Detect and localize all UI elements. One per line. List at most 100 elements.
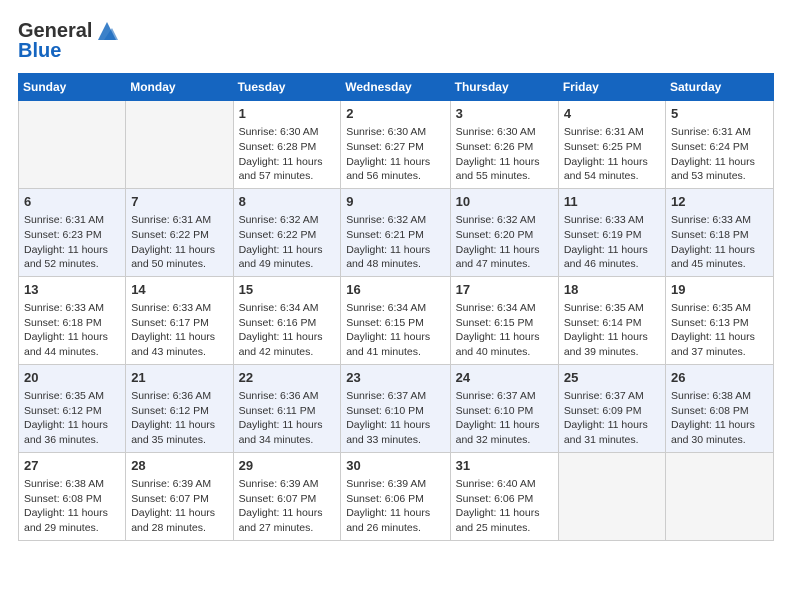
calendar-cell: 31 Sunrise: 6:40 AMSunset: 6:06 PMDayligh…: [450, 452, 558, 540]
day-info: Sunrise: 6:39 AMSunset: 6:07 PMDaylight:…: [239, 477, 336, 536]
calendar-cell: 1 Sunrise: 6:30 AMSunset: 6:28 PMDaylight…: [233, 101, 341, 189]
calendar-cell: 16 Sunrise: 6:34 AMSunset: 6:15 PMDayligh…: [341, 276, 450, 364]
calendar-week-1: 1 Sunrise: 6:30 AMSunset: 6:28 PMDaylight…: [19, 101, 774, 189]
weekday-tuesday: Tuesday: [233, 74, 341, 101]
day-number: 21: [131, 369, 227, 387]
weekday-header-row: SundayMondayTuesdayWednesdayThursdayFrid…: [19, 74, 774, 101]
day-info: Sunrise: 6:40 AMSunset: 6:06 PMDaylight:…: [456, 477, 553, 536]
logo: General Blue: [18, 18, 120, 63]
day-info: Sunrise: 6:31 AMSunset: 6:25 PMDaylight:…: [564, 125, 660, 184]
day-info: Sunrise: 6:35 AMSunset: 6:13 PMDaylight:…: [671, 301, 768, 360]
day-info: Sunrise: 6:30 AMSunset: 6:27 PMDaylight:…: [346, 125, 444, 184]
day-number: 16: [346, 281, 444, 299]
day-info: Sunrise: 6:32 AMSunset: 6:20 PMDaylight:…: [456, 213, 553, 272]
day-number: 11: [564, 193, 660, 211]
weekday-wednesday: Wednesday: [341, 74, 450, 101]
day-info: Sunrise: 6:36 AMSunset: 6:11 PMDaylight:…: [239, 389, 336, 448]
calendar-cell: 3Sunrise: 6:30 AMSunset: 6:26 PMDaylight…: [450, 101, 558, 189]
day-number: 20: [24, 369, 120, 387]
day-info: Sunrise: 6:37 AMSunset: 6:10 PMDaylight:…: [346, 389, 444, 448]
day-number: 7: [131, 193, 227, 211]
calendar-cell: 24 Sunrise: 6:37 AMSunset: 6:10 PMDayligh…: [450, 364, 558, 452]
calendar-cell: 8Sunrise: 6:32 AMSunset: 6:22 PMDaylight…: [233, 188, 341, 276]
calendar-cell: 19 Sunrise: 6:35 AMSunset: 6:13 PMDayligh…: [666, 276, 774, 364]
weekday-friday: Friday: [558, 74, 665, 101]
calendar-cell: 2 Sunrise: 6:30 AMSunset: 6:27 PMDaylight…: [341, 101, 450, 189]
calendar-cell: 10 Sunrise: 6:32 AMSunset: 6:20 PMDayligh…: [450, 188, 558, 276]
day-number: 18: [564, 281, 660, 299]
calendar-cell: 20Sunrise: 6:35 AMSunset: 6:12 PMDayligh…: [19, 364, 126, 452]
day-info: Sunrise: 6:33 AMSunset: 6:18 PMDaylight:…: [671, 213, 768, 272]
day-number: 5: [671, 105, 768, 123]
day-info: Sunrise: 6:39 AMSunset: 6:07 PMDaylight:…: [131, 477, 227, 536]
day-number: 24: [456, 369, 553, 387]
calendar-cell: 23 Sunrise: 6:37 AMSunset: 6:10 PMDayligh…: [341, 364, 450, 452]
day-number: 30: [346, 457, 444, 475]
calendar-week-3: 13 Sunrise: 6:33 AMSunset: 6:18 PMDayligh…: [19, 276, 774, 364]
day-number: 9: [346, 193, 444, 211]
calendar-cell: 25Sunrise: 6:37 AMSunset: 6:09 PMDayligh…: [558, 364, 665, 452]
calendar-cell: 12 Sunrise: 6:33 AMSunset: 6:18 PMDayligh…: [666, 188, 774, 276]
day-info: Sunrise: 6:31 AMSunset: 6:23 PMDaylight:…: [24, 213, 120, 272]
day-info: Sunrise: 6:31 AMSunset: 6:22 PMDaylight:…: [131, 213, 227, 272]
calendar-cell: 26Sunrise: 6:38 AMSunset: 6:08 PMDayligh…: [666, 364, 774, 452]
day-number: 23: [346, 369, 444, 387]
day-number: 12: [671, 193, 768, 211]
day-number: 22: [239, 369, 336, 387]
day-number: 25: [564, 369, 660, 387]
calendar-cell: [19, 101, 126, 189]
calendar-cell: 27 Sunrise: 6:38 AMSunset: 6:08 PMDayligh…: [19, 452, 126, 540]
calendar-cell: [666, 452, 774, 540]
day-info: Sunrise: 6:38 AMSunset: 6:08 PMDaylight:…: [671, 389, 768, 448]
day-number: 10: [456, 193, 553, 211]
day-info: Sunrise: 6:38 AMSunset: 6:08 PMDaylight:…: [24, 477, 120, 536]
day-info: Sunrise: 6:36 AMSunset: 6:12 PMDaylight:…: [131, 389, 227, 448]
day-number: 4: [564, 105, 660, 123]
day-info: Sunrise: 6:34 AMSunset: 6:16 PMDaylight:…: [239, 301, 336, 360]
day-info: Sunrise: 6:32 AMSunset: 6:21 PMDaylight:…: [346, 213, 444, 272]
day-number: 28: [131, 457, 227, 475]
day-info: Sunrise: 6:30 AMSunset: 6:26 PMDaylight:…: [456, 125, 553, 184]
day-number: 29: [239, 457, 336, 475]
header: General Blue: [18, 18, 774, 63]
weekday-thursday: Thursday: [450, 74, 558, 101]
calendar-cell: 11 Sunrise: 6:33 AMSunset: 6:19 PMDayligh…: [558, 188, 665, 276]
calendar-week-5: 27 Sunrise: 6:38 AMSunset: 6:08 PMDayligh…: [19, 452, 774, 540]
day-info: Sunrise: 6:30 AMSunset: 6:28 PMDaylight:…: [239, 125, 336, 184]
day-info: Sunrise: 6:35 AMSunset: 6:14 PMDaylight:…: [564, 301, 660, 360]
day-info: Sunrise: 6:33 AMSunset: 6:18 PMDaylight:…: [24, 301, 120, 360]
day-number: 17: [456, 281, 553, 299]
day-number: 27: [24, 457, 120, 475]
calendar-cell: 7 Sunrise: 6:31 AMSunset: 6:22 PMDaylight…: [126, 188, 233, 276]
calendar-cell: 5Sunrise: 6:31 AMSunset: 6:24 PMDaylight…: [666, 101, 774, 189]
calendar-cell: 6Sunrise: 6:31 AMSunset: 6:23 PMDaylight…: [19, 188, 126, 276]
day-info: Sunrise: 6:39 AMSunset: 6:06 PMDaylight:…: [346, 477, 444, 536]
calendar-cell: 17 Sunrise: 6:34 AMSunset: 6:15 PMDayligh…: [450, 276, 558, 364]
day-info: Sunrise: 6:33 AMSunset: 6:17 PMDaylight:…: [131, 301, 227, 360]
day-info: Sunrise: 6:33 AMSunset: 6:19 PMDaylight:…: [564, 213, 660, 272]
day-info: Sunrise: 6:37 AMSunset: 6:10 PMDaylight:…: [456, 389, 553, 448]
day-number: 2: [346, 105, 444, 123]
calendar-cell: 4 Sunrise: 6:31 AMSunset: 6:25 PMDaylight…: [558, 101, 665, 189]
day-number: 1: [239, 105, 336, 123]
day-number: 19: [671, 281, 768, 299]
day-info: Sunrise: 6:34 AMSunset: 6:15 PMDaylight:…: [456, 301, 553, 360]
day-number: 8: [239, 193, 336, 211]
calendar-cell: [558, 452, 665, 540]
calendar-week-2: 6Sunrise: 6:31 AMSunset: 6:23 PMDaylight…: [19, 188, 774, 276]
page: General Blue SundayMondayTuesdayWednesda…: [0, 0, 792, 612]
day-info: Sunrise: 6:34 AMSunset: 6:15 PMDaylight:…: [346, 301, 444, 360]
calendar-cell: 30 Sunrise: 6:39 AMSunset: 6:06 PMDayligh…: [341, 452, 450, 540]
calendar-cell: 15Sunrise: 6:34 AMSunset: 6:16 PMDayligh…: [233, 276, 341, 364]
logo-icon: [94, 18, 120, 44]
day-number: 13: [24, 281, 120, 299]
calendar-cell: 22 Sunrise: 6:36 AMSunset: 6:11 PMDayligh…: [233, 364, 341, 452]
calendar-cell: 9 Sunrise: 6:32 AMSunset: 6:21 PMDaylight…: [341, 188, 450, 276]
calendar-cell: 14 Sunrise: 6:33 AMSunset: 6:17 PMDayligh…: [126, 276, 233, 364]
day-number: 14: [131, 281, 227, 299]
calendar-cell: [126, 101, 233, 189]
day-number: 31: [456, 457, 553, 475]
calendar-table: SundayMondayTuesdayWednesdayThursdayFrid…: [18, 73, 774, 541]
calendar-cell: 29 Sunrise: 6:39 AMSunset: 6:07 PMDayligh…: [233, 452, 341, 540]
calendar-cell: 28 Sunrise: 6:39 AMSunset: 6:07 PMDayligh…: [126, 452, 233, 540]
